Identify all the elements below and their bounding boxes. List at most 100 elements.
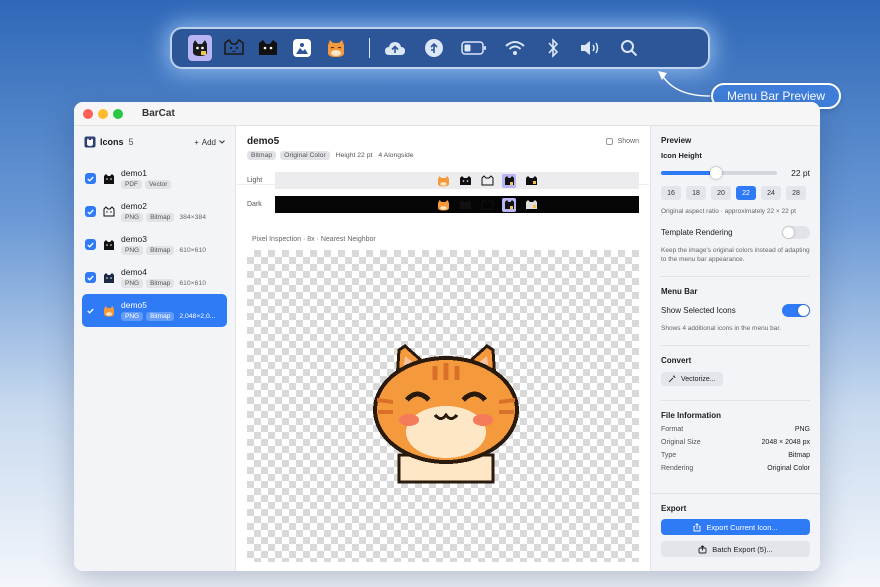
- orange-cat-icon: [436, 198, 450, 212]
- size-preset-16[interactable]: 16: [661, 186, 681, 200]
- list-item-demo1[interactable]: demo1 PDF Vector: [82, 162, 227, 195]
- size-preset-22[interactable]: 22: [736, 186, 756, 200]
- shown-toggle[interactable]: Shown: [605, 138, 639, 145]
- checkbox[interactable]: [85, 206, 96, 217]
- format-tag: PNG: [121, 246, 144, 255]
- size-presets: 16 18 20 22 24 28: [661, 186, 810, 200]
- battery-icon[interactable]: [461, 37, 487, 59]
- export-title: Export: [661, 504, 687, 513]
- info-row-format: Format PNG: [661, 426, 810, 433]
- info-row-rendering: Rendering Original Color: [661, 465, 810, 472]
- vectorize-button[interactable]: Vectorize...: [661, 372, 723, 386]
- template-rendering-toggle[interactable]: [782, 226, 810, 239]
- export-section: Export Export Current Icon... Batch Expo…: [651, 493, 820, 571]
- tree-upload-icon[interactable]: [423, 37, 443, 59]
- cloud-upload-icon[interactable]: [384, 37, 406, 59]
- batch-export-label: Batch Export (5)...: [712, 544, 773, 554]
- search-icon[interactable]: [619, 37, 639, 59]
- size-preset-28[interactable]: 28: [786, 186, 806, 200]
- rendering-tag: Original Color: [280, 151, 330, 160]
- dimensions: 610×610: [179, 247, 206, 254]
- wifi-icon[interactable]: [504, 37, 526, 59]
- batch-export-button[interactable]: Batch Export (5)...: [661, 541, 810, 557]
- info-value: PNG: [794, 426, 810, 433]
- slider-knob[interactable]: [709, 167, 722, 179]
- image-icon[interactable]: [290, 35, 314, 61]
- shown-checkbox[interactable]: [605, 138, 613, 145]
- cat-black-icon: [524, 174, 538, 188]
- icon-height-slider[interactable]: [661, 167, 778, 179]
- template-rendering-label: Template Rendering: [661, 228, 733, 237]
- info-value: Original Color: [767, 465, 810, 472]
- info-label: Format: [661, 426, 684, 433]
- close-button[interactable]: [83, 108, 93, 119]
- app-window: BarCat Icons 5 + Add demo1 PDF Vector de…: [74, 102, 820, 571]
- volume-icon[interactable]: [580, 37, 602, 59]
- checkbox[interactable]: [85, 239, 96, 250]
- size-preset-24[interactable]: 24: [761, 186, 781, 200]
- cat-black-icon[interactable]: [256, 35, 280, 61]
- sidebar-header: Icons 5 + Add: [74, 126, 235, 158]
- preview-title: Preview: [661, 136, 692, 145]
- dark-label: Dark: [247, 201, 262, 208]
- format-tag: PNG: [121, 213, 144, 222]
- list-item-demo5[interactable]: demo5 PNG Bitmap 2,048×2,0...: [82, 294, 227, 327]
- template-note: Keep the image's original colors instead…: [661, 247, 810, 263]
- cat-outline-icon: [480, 174, 494, 188]
- light-preview-row: Light: [247, 172, 639, 189]
- icon-height-value: 22 pt: [791, 168, 810, 178]
- checkbox[interactable]: [85, 272, 96, 283]
- share-icon: [693, 522, 701, 531]
- bluetooth-icon[interactable]: [543, 37, 563, 59]
- cat-white-icon: [524, 198, 538, 212]
- info-row-size: Original Size 2048 × 2048 px: [661, 439, 810, 446]
- list-item-demo4[interactable]: demo4 PNG Bitmap 610×610: [82, 261, 227, 294]
- divider: [661, 276, 810, 277]
- cat-selected-icon[interactable]: [188, 35, 213, 61]
- dimensions: 384×384: [179, 214, 206, 221]
- show-selected-label: Show Selected Icons: [661, 306, 736, 315]
- size-preset-20[interactable]: 20: [711, 186, 731, 200]
- magic-wand-icon: [668, 375, 676, 383]
- zoom-button[interactable]: [113, 108, 123, 119]
- divider: [661, 400, 810, 401]
- icon-count: 5: [128, 137, 134, 147]
- cat-black-icon: [458, 174, 472, 188]
- sidebar-title: Icons: [100, 137, 124, 147]
- type-tag: Bitmap: [146, 312, 175, 321]
- control-center-icon[interactable]: [657, 39, 677, 57]
- light-preview-strip: [275, 172, 639, 189]
- type-tag: Bitmap: [247, 151, 277, 160]
- orange-cat-icon: [436, 174, 450, 188]
- menu-bar-title: Menu Bar: [661, 287, 698, 296]
- export-current-button[interactable]: Export Current Icon...: [661, 519, 810, 535]
- shown-label: Shown: [617, 138, 639, 145]
- dimensions: 2,048×2,0...: [179, 313, 216, 320]
- dark-preview-strip: [275, 196, 639, 213]
- checkbox[interactable]: [85, 173, 96, 184]
- slider-fill: [661, 171, 716, 175]
- add-button[interactable]: + Add: [194, 138, 225, 147]
- cat-black-icon: [104, 173, 114, 184]
- title-bar: BarCat: [74, 102, 820, 126]
- info-label: Type: [661, 452, 677, 459]
- pixel-inspection-canvas[interactable]: [247, 250, 639, 562]
- cat-outline-icon[interactable]: [222, 35, 246, 61]
- checkbox[interactable]: [85, 305, 96, 316]
- format-tag: PDF: [121, 180, 142, 189]
- orange-cat-icon[interactable]: [324, 35, 348, 61]
- size-preset-18[interactable]: 18: [686, 186, 706, 200]
- cat-black-icon: [104, 239, 114, 250]
- list-item-demo3[interactable]: demo3 PNG Bitmap 610×610: [82, 228, 227, 261]
- batch-export-icon: [698, 544, 707, 553]
- cat-black-icon: [104, 272, 114, 283]
- alongside-text: 4 Alongside: [378, 152, 414, 159]
- window-title: BarCat: [142, 108, 175, 119]
- show-selected-toggle[interactable]: [782, 304, 810, 317]
- inspector-panel: Preview Icon Height 22 pt 16 18 20 22 24…: [650, 126, 820, 571]
- cat-outline-icon: [480, 198, 494, 212]
- icon-height-label: Icon Height: [661, 151, 702, 160]
- type-tag: Bitmap: [146, 213, 175, 222]
- minimize-button[interactable]: [98, 108, 108, 119]
- list-item-demo2[interactable]: demo2 PNG Bitmap 384×384: [82, 195, 227, 228]
